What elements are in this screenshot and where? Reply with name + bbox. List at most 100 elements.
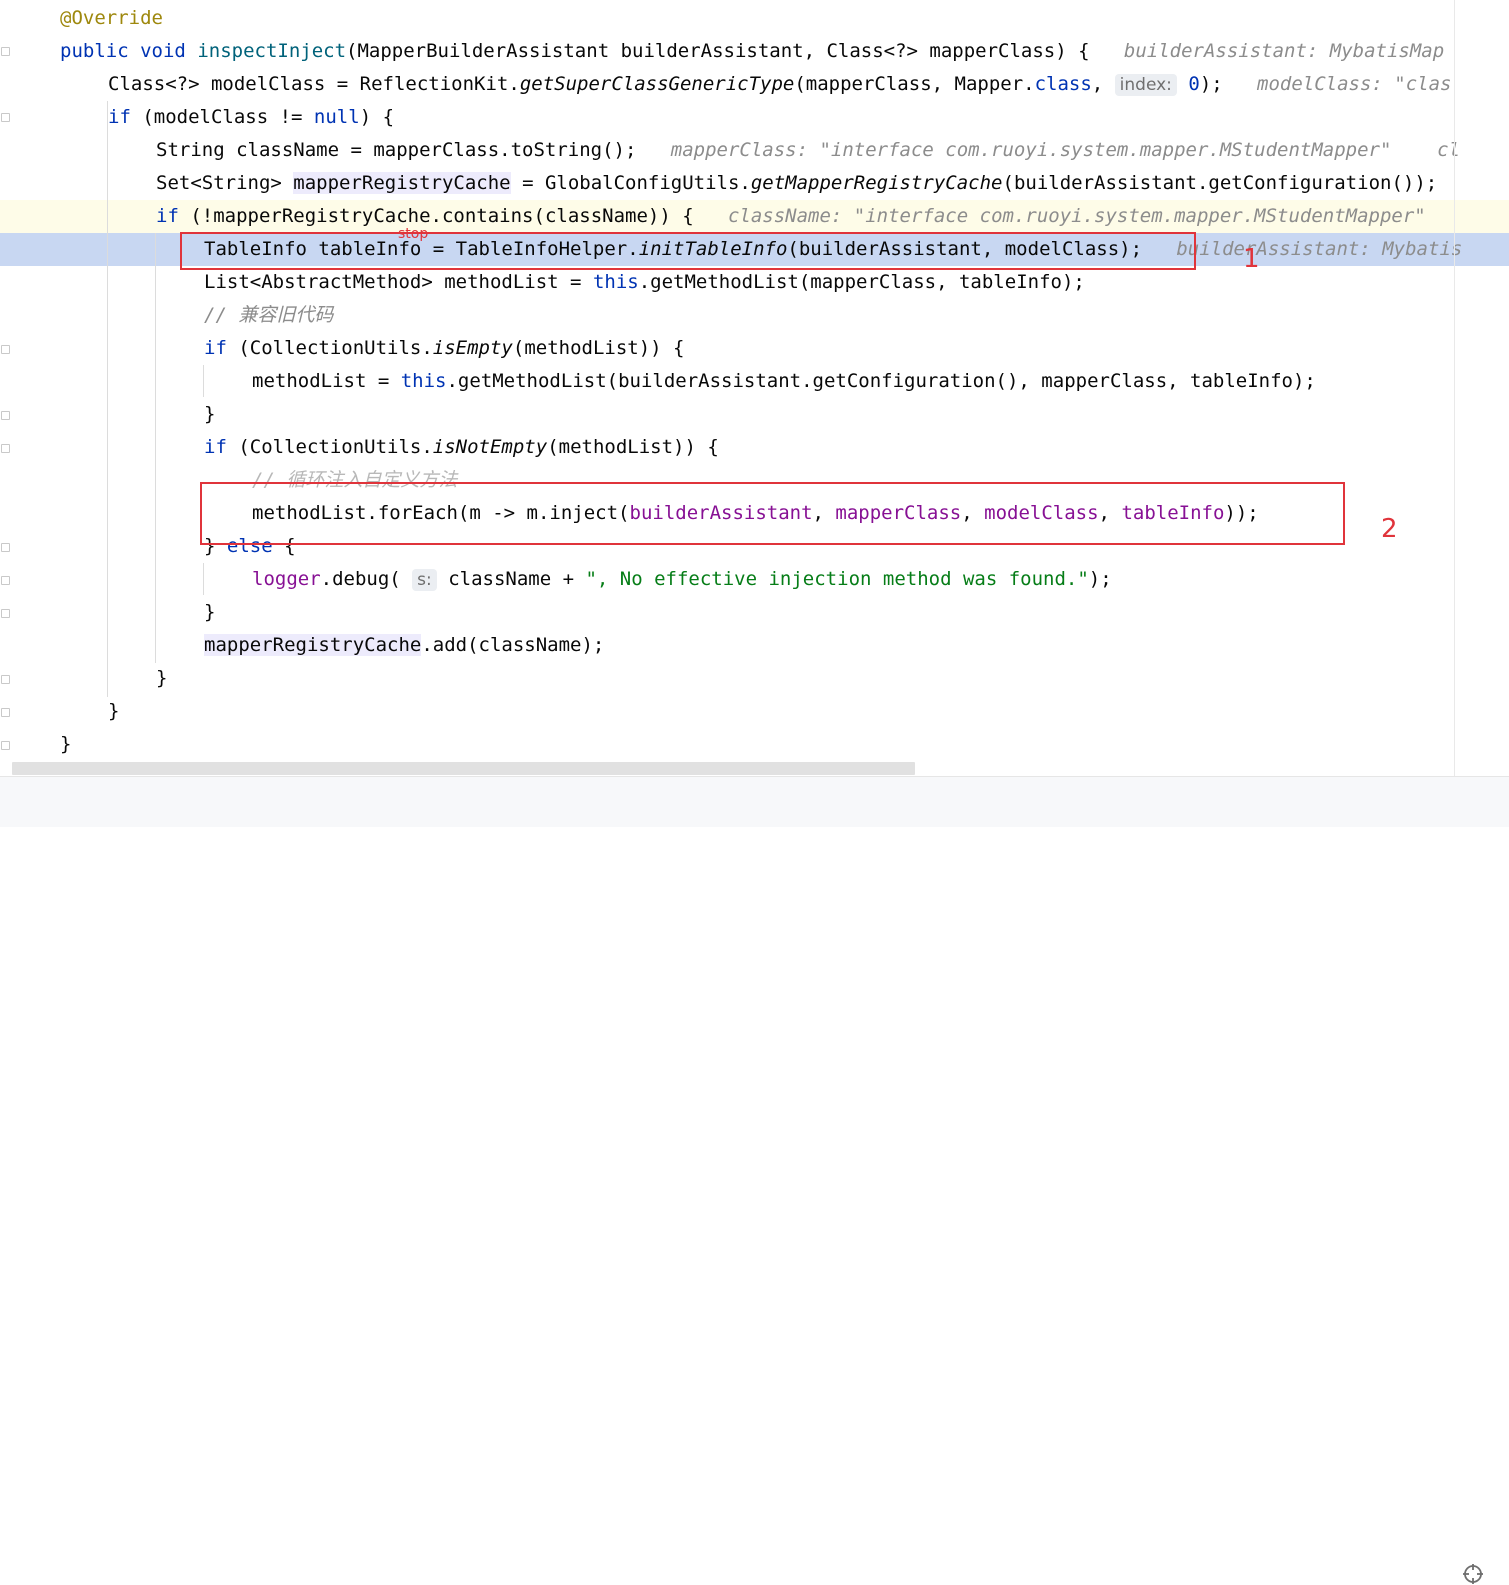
indent-guide — [107, 101, 108, 697]
code-token: ); — [1199, 73, 1258, 95]
code-token: Set<String> — [156, 172, 294, 194]
code-token: isNotEmpty — [432, 436, 548, 458]
fold-toggle-icon[interactable] — [1, 675, 10, 684]
right-margin-guide — [1454, 0, 1455, 776]
code-token: (CollectionUtils. — [226, 436, 433, 458]
fold-toggle-icon[interactable] — [1, 609, 10, 618]
status-bar — [0, 776, 1509, 1584]
code-line[interactable]: if (CollectionUtils.isNotEmpty(methodLis… — [204, 431, 719, 464]
code-line[interactable]: if (CollectionUtils.isEmpty(methodList))… — [204, 332, 684, 365]
code-token: logger — [252, 568, 321, 590]
fold-toggle-icon[interactable] — [1, 708, 10, 717]
code-token: } — [60, 733, 72, 755]
code-token: .getMethodList(mapperClass, tableInfo); — [638, 271, 1085, 293]
code-line[interactable]: methodList = this.getMethodList(builderA… — [252, 365, 1316, 398]
code-token: (modelClass != — [130, 106, 314, 128]
code-token: (CollectionUtils. — [226, 337, 433, 359]
code-token: (MapperBuilderAssistant builderAssistant… — [346, 40, 1124, 62]
code-token: @Override — [60, 7, 163, 29]
code-line[interactable]: } — [156, 662, 167, 695]
editor-gutter — [0, 0, 12, 776]
code-token: String className = mapperClass.toString(… — [156, 139, 671, 161]
code-token: this — [400, 370, 447, 392]
annotation-number-2: 2 — [1381, 514, 1398, 544]
code-token: (methodList)) { — [512, 337, 685, 359]
code-line[interactable]: Set<String> mapperRegistryCache = Global… — [156, 167, 1437, 200]
horizontal-scrollbar-thumb[interactable] — [12, 762, 915, 775]
fold-toggle-icon[interactable] — [1, 411, 10, 420]
indent-guide — [203, 563, 204, 595]
code-token: inspectInject — [197, 40, 347, 62]
code-token: public — [60, 40, 129, 62]
annotation-box-1 — [180, 232, 1196, 270]
fold-toggle-icon[interactable] — [1, 47, 10, 56]
code-line[interactable]: public void inspectInject(MapperBuilderA… — [60, 35, 1444, 68]
code-token: mapperRegistryCache — [204, 634, 422, 656]
code-token: (builderAssistant.getConfiguration()); — [1002, 172, 1438, 194]
code-line[interactable]: Class<?> modelClass = ReflectionKit.getS… — [108, 68, 1452, 101]
code-token: } — [204, 601, 216, 623]
fold-toggle-icon[interactable] — [1, 113, 10, 122]
code-token: (methodList)) { — [547, 436, 719, 458]
code-line[interactable]: } — [60, 728, 71, 761]
code-token: mapperRegistryCache — [293, 172, 511, 194]
code-token: , — [1091, 73, 1115, 95]
code-token: ) { — [359, 106, 395, 128]
code-token: isEmpty — [432, 337, 513, 359]
code-line[interactable]: String className = mapperClass.toString(… — [156, 134, 1460, 167]
code-token: = GlobalConfigUtils. — [510, 172, 751, 194]
code-token: .getMethodList(builderAssistant.getConfi… — [446, 370, 1316, 392]
indent-guide — [155, 233, 156, 663]
code-token: getMapperRegistryCache — [750, 172, 1003, 194]
annotation-box-2 — [200, 482, 1345, 545]
code-token: ); — [1088, 568, 1112, 590]
code-token: class — [1034, 73, 1092, 95]
fold-toggle-icon[interactable] — [1, 543, 10, 552]
code-token: builderAssistant: MybatisMap — [1123, 40, 1445, 62]
code-token: builderAssistant: Mybatis — [1176, 238, 1463, 260]
code-token: Class<?> modelClass = ReflectionKit. — [108, 73, 520, 95]
code-token: if — [204, 337, 227, 359]
code-token: if — [108, 106, 131, 128]
code-token: (mapperClass, Mapper. — [794, 73, 1035, 95]
code-line[interactable]: @Override — [60, 2, 163, 35]
code-token: className + — [436, 568, 586, 590]
code-token: modelClass: "clas — [1257, 73, 1452, 95]
code-line[interactable]: mapperRegistryCache.add(className); — [204, 629, 604, 662]
code-token: s: — [412, 569, 437, 591]
annotation-number-1: 1 — [1243, 244, 1260, 274]
code-line[interactable]: if (!mapperRegistryCache.contains(classN… — [156, 200, 1426, 233]
fold-toggle-icon[interactable] — [1, 444, 10, 453]
code-line[interactable]: List<AbstractMethod> methodList = this.g… — [204, 266, 1085, 299]
code-token: getSuperClassGenericType — [519, 73, 795, 95]
fold-toggle-icon[interactable] — [1, 345, 10, 354]
code-token: List<AbstractMethod> methodList = — [204, 271, 593, 293]
code-token: } — [108, 700, 120, 722]
code-token: index: — [1114, 74, 1177, 96]
code-token: this — [592, 271, 639, 293]
code-editor[interactable]: @Override public void inspectInject(Mappe… — [0, 0, 1509, 776]
code-token: // 兼容旧代码 — [204, 304, 334, 326]
code-token: if — [204, 436, 227, 458]
code-line[interactable]: logger.debug( s: className + ", No effec… — [252, 563, 1112, 596]
indent-guide — [203, 365, 204, 397]
code-token: } — [156, 667, 168, 689]
code-line[interactable]: } — [204, 398, 215, 431]
code-token: .debug( — [320, 568, 413, 590]
code-line[interactable]: // 兼容旧代码 — [204, 299, 333, 332]
code-token: null — [313, 106, 360, 128]
code-token: if — [156, 205, 179, 227]
crosshair-icon[interactable] — [1462, 1563, 1484, 1585]
code-line[interactable]: if (modelClass != null) { — [108, 101, 394, 134]
fold-toggle-icon[interactable] — [1, 741, 10, 750]
code-line[interactable]: } — [204, 596, 215, 629]
code-line[interactable]: } — [108, 695, 119, 728]
fold-toggle-icon[interactable] — [1, 576, 10, 585]
code-token: (!mapperRegistryCache.contains(className… — [178, 205, 728, 227]
code-token: 0 — [1188, 73, 1200, 95]
code-token: void — [140, 40, 186, 62]
code-token: ", No effective injection method was fou… — [585, 568, 1089, 590]
code-token: } — [204, 403, 216, 425]
